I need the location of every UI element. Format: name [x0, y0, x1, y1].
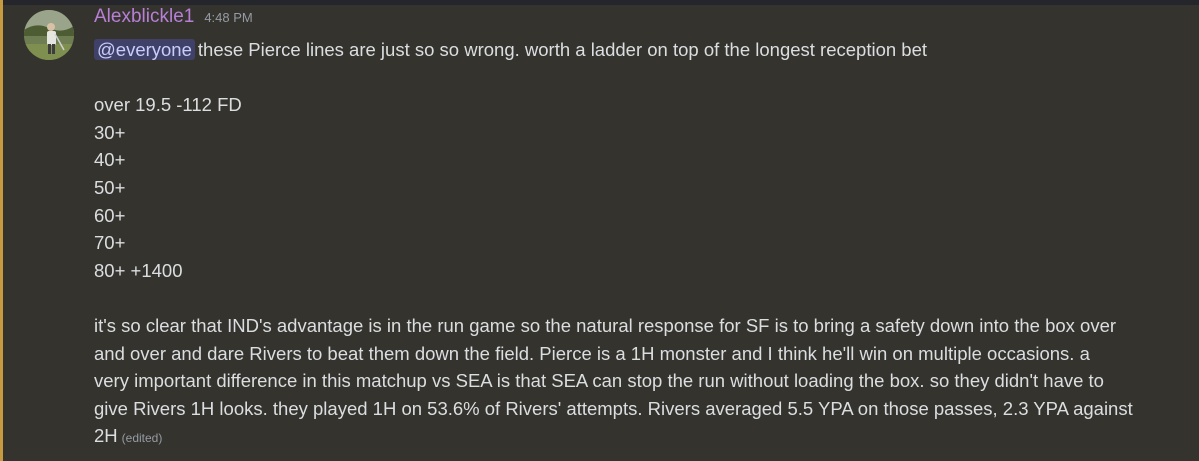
analysis-last-line: 2H (edited): [94, 422, 1184, 453]
intro-text: these Pierce lines are just so so wrong.…: [197, 39, 928, 60]
ladder-line: 40+: [94, 149, 126, 171]
analysis-line: give Rivers 1H looks. they played 1H on …: [94, 397, 1133, 419]
ladder-line: over 19.5 -112 FD: [94, 94, 242, 116]
discord-message-view: Alexblickle1 4:48 PM @everyone these Pier…: [0, 0, 1199, 461]
analysis-line: very important difference in this matchu…: [94, 370, 1104, 392]
ladder-line: 50+: [94, 176, 126, 198]
intro-line: @everyone these Pierce lines are just so …: [94, 36, 1184, 64]
avatar[interactable]: [24, 10, 74, 60]
ladder-line: 60+: [94, 204, 126, 226]
avatar-image: [24, 10, 74, 60]
message-content: Alexblickle1 4:48 PM @everyone these Pier…: [94, 6, 1184, 453]
ladder-line: 30+: [94, 121, 126, 143]
message-text: @everyone these Pierce lines are just so …: [94, 36, 1184, 453]
ladder-line: 70+: [94, 232, 126, 254]
analysis-tail: 2H: [94, 425, 118, 447]
previous-message-edge: [0, 0, 1199, 5]
analysis-line: and over and dare Rivers to beat them do…: [94, 342, 1090, 364]
everyone-mention[interactable]: @everyone: [94, 39, 195, 60]
analysis-line: it's so clear that IND's advantage is in…: [94, 314, 1117, 336]
username[interactable]: Alexblickle1: [94, 6, 194, 28]
edited-label: (edited): [121, 431, 163, 446]
message-timestamp[interactable]: 4:48 PM: [204, 10, 252, 25]
ladder-line: 80+ +1400: [94, 259, 183, 281]
mention-highlight-bar: [0, 0, 3, 461]
message-header: Alexblickle1 4:48 PM: [94, 6, 1184, 36]
